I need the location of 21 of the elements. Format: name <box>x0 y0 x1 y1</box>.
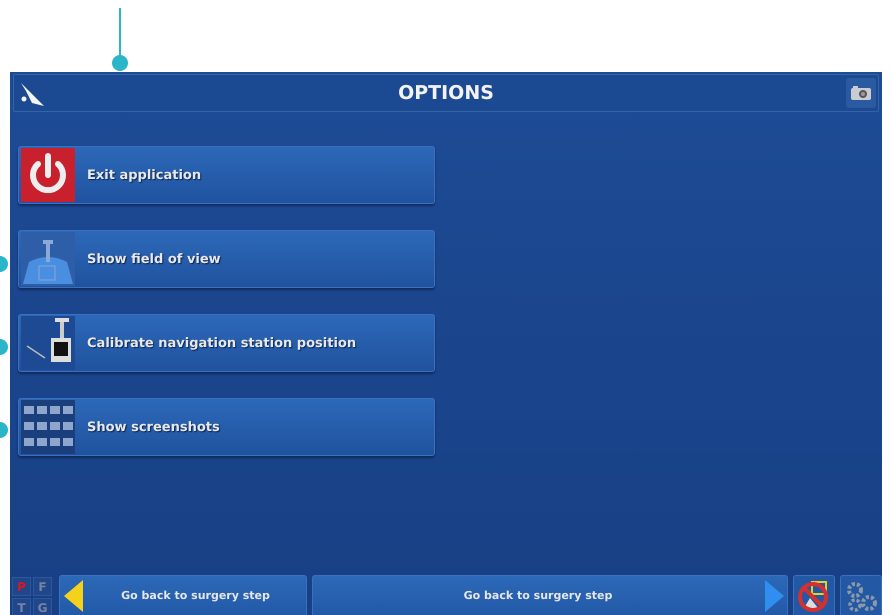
left-arrow-icon <box>63 578 85 612</box>
next-button[interactable]: Go back to surgery step <box>312 575 788 615</box>
menu-button[interactable]: Show screenshots <box>18 398 435 456</box>
view-toggle-button[interactable] <box>793 575 835 615</box>
screenshot-grid-icon <box>21 400 75 454</box>
menu-button[interactable]: Show field of view <box>18 230 435 288</box>
window-title: OPTIONS <box>398 82 494 104</box>
back-button[interactable]: Go back to surgery step <box>59 575 307 615</box>
menu-button[interactable]: Exit application <box>18 146 435 204</box>
mode-indicator: P <box>12 577 31 596</box>
mode-indicator: F <box>33 577 52 596</box>
navigation-station-icon <box>21 316 75 370</box>
mode-indicator: G <box>33 598 52 615</box>
mode-indicator: T <box>12 598 31 615</box>
menu-button[interactable]: Calibrate navigation station position <box>18 314 435 372</box>
callout-dot <box>112 55 128 71</box>
field-of-view-icon <box>21 232 75 286</box>
camera-icon <box>850 85 872 101</box>
power-icon <box>21 148 75 202</box>
camera-button[interactable] <box>846 78 876 108</box>
right-arrow-icon <box>763 578 785 612</box>
